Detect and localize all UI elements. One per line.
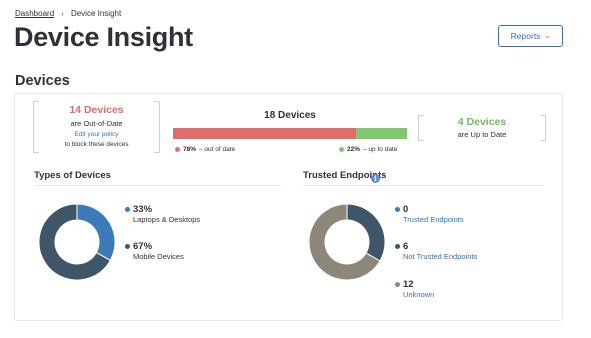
chevron-down-icon: ⌄	[544, 33, 551, 40]
legend-mobile: 67% Mobile Devices	[125, 241, 184, 261]
up-to-date-legend: 22% – up to date	[339, 146, 397, 153]
legend-laptops: 33% Laptops & Desktops	[125, 204, 201, 224]
up-to-date-count: 4 Devices	[457, 116, 507, 128]
not-trusted-count: 6	[403, 241, 409, 252]
reports-button[interactable]: Reports ⌄	[498, 25, 563, 47]
out-of-date-count: 14 Devices	[69, 104, 124, 116]
total-devices-label: 18 Devices	[264, 110, 316, 121]
devices-section-title: Devices	[15, 73, 70, 89]
reports-button-label: Reports	[510, 31, 541, 41]
laptops-dot-icon	[125, 207, 130, 212]
trusted-count: 0	[403, 204, 409, 215]
laptops-pct: 33%	[133, 204, 153, 215]
trusted-endpoints-link[interactable]: Trusted Endpoints	[403, 215, 464, 224]
mobile-pct: 67%	[133, 241, 153, 252]
info-icon[interactable]: i	[371, 174, 380, 183]
up-to-date-summary: 4 Devices are Up to Date	[418, 115, 546, 141]
not-trusted-dot-icon	[395, 244, 400, 249]
edit-policy-link[interactable]: Edit your policy	[33, 131, 160, 138]
unknown-link[interactable]: Unknown	[403, 290, 434, 299]
green-dot-icon	[339, 147, 344, 152]
block-devices-text: to block these devices	[64, 141, 129, 148]
trusted-dot-icon	[395, 207, 400, 212]
legend-trusted: 0 Trusted Endpoints	[395, 204, 464, 224]
legend-unknown: 12 Unknown	[395, 279, 434, 299]
out-of-date-legend: 78% – out of date	[175, 146, 235, 153]
out-of-date-pct: 78%	[183, 146, 197, 153]
devices-card: 14 Devices are Out-of-Date Edit your pol…	[14, 93, 563, 321]
unknown-dot-icon	[395, 282, 400, 287]
up-to-date-text: are Up to Date	[457, 130, 507, 139]
breadcrumb-current: Device Insight	[70, 9, 122, 18]
up-to-date-pct: 22%	[347, 146, 361, 153]
out-of-date-summary: 14 Devices are Out-of-Date Edit your pol…	[33, 101, 160, 153]
page-title: Device Insight	[14, 22, 193, 52]
devices-status-bar	[173, 128, 407, 139]
types-donut-chart	[38, 203, 116, 281]
out-of-date-legend-label: – out of date	[199, 146, 236, 153]
out-of-date-text: are Out-of-Date	[70, 119, 123, 128]
breadcrumb: Dashboard › Device Insight	[15, 9, 121, 18]
breadcrumb-dashboard-link[interactable]: Dashboard	[15, 9, 54, 18]
types-divider	[34, 185, 281, 186]
up-to-date-legend-label: – up to date	[363, 146, 398, 153]
trusted-divider	[303, 185, 544, 186]
types-of-devices-title: Types of Devices	[34, 170, 111, 181]
types-slice-0	[76, 203, 116, 261]
not-trusted-endpoints-link[interactable]: Not Trusted Endpoints	[403, 252, 477, 261]
unknown-count: 12	[403, 279, 414, 290]
up-to-date-bar-segment	[355, 128, 407, 139]
legend-not-trusted: 6 Not Trusted Endpoints	[395, 241, 477, 261]
mobile-dot-icon	[125, 244, 130, 249]
trusted-donut-chart	[308, 203, 386, 281]
laptops-label: Laptops & Desktops	[133, 215, 201, 224]
red-dot-icon	[175, 147, 180, 152]
breadcrumb-separator-icon: ›	[61, 11, 64, 18]
mobile-label: Mobile Devices	[133, 252, 184, 261]
out-of-date-bar-segment	[173, 128, 356, 139]
